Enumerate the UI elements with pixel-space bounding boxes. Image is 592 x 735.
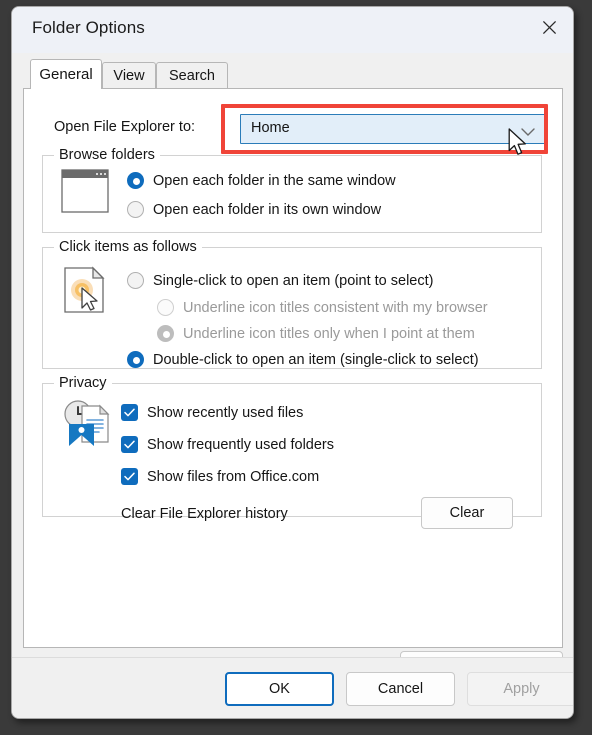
checkbox-show-recent-files[interactable]: Show recently used files	[121, 404, 303, 421]
privacy-legend: Privacy	[54, 375, 112, 391]
radio-underline-browser: Underline icon titles consistent with my…	[157, 299, 488, 316]
tab-general-label: General	[39, 66, 93, 83]
clear-button[interactable]: Clear	[421, 497, 513, 529]
radio-underline-point-label: Underline icon titles only when I point …	[183, 325, 475, 342]
checkbox-show-recent-files-label: Show recently used files	[147, 404, 304, 421]
close-button[interactable]	[525, 7, 573, 47]
document-click-icon	[63, 266, 107, 319]
tab-view-label: View	[113, 68, 145, 84]
clear-history-label: Clear File Explorer history	[121, 506, 288, 522]
tab-search[interactable]: Search	[156, 62, 228, 89]
radio-underline-browser-label: Underline icon titles consistent with my…	[183, 299, 488, 316]
title-bar: Folder Options	[12, 7, 573, 53]
window-icon	[61, 169, 109, 218]
radio-single-click[interactable]: Single-click to open an item (point to s…	[127, 272, 433, 289]
radio-underline-point: Underline icon titles only when I point …	[157, 325, 475, 342]
tab-search-label: Search	[169, 68, 215, 84]
clear-button-label: Clear	[449, 505, 485, 521]
checkbox-indicator	[121, 468, 138, 485]
checkbox-show-office-files[interactable]: Show files from Office.com	[121, 468, 319, 485]
open-explorer-row: Open File Explorer to: Home	[42, 112, 546, 144]
radio-single-click-label: Single-click to open an item (point to s…	[153, 272, 434, 289]
radio-indicator	[157, 325, 174, 342]
radio-indicator	[127, 201, 144, 218]
quick-access-history-icon	[61, 398, 111, 453]
chevron-down-icon	[521, 124, 535, 142]
window-title: Folder Options	[32, 18, 145, 37]
checkbox-show-frequent-folders[interactable]: Show frequently used folders	[121, 436, 334, 453]
radio-double-click[interactable]: Double-click to open an item (single-cli…	[127, 351, 479, 368]
radio-open-own-window[interactable]: Open each folder in its own window	[127, 201, 381, 218]
cancel-button-label: Cancel	[377, 681, 424, 697]
radio-indicator	[157, 299, 174, 316]
radio-indicator	[127, 172, 144, 189]
open-explorer-label: Open File Explorer to:	[54, 119, 196, 135]
tab-strip: General View Search	[12, 53, 573, 89]
radio-double-click-label: Double-click to open an item (single-cli…	[153, 351, 479, 368]
apply-button: Apply	[467, 672, 573, 706]
radio-indicator	[127, 351, 144, 368]
radio-open-same-window[interactable]: Open each folder in the same window	[127, 172, 396, 189]
cancel-button[interactable]: Cancel	[346, 672, 455, 706]
click-items-group: Click items as follows Single-click to o…	[42, 239, 542, 369]
click-items-legend: Click items as follows	[54, 239, 202, 255]
checkbox-show-frequent-folders-label: Show frequently used folders	[147, 436, 334, 453]
ok-button-label: OK	[269, 681, 290, 697]
checkbox-indicator	[121, 436, 138, 453]
checkbox-show-office-files-label: Show files from Office.com	[147, 468, 320, 485]
dialog-footer: OK Cancel Apply	[12, 657, 573, 718]
radio-open-own-window-label: Open each folder in its own window	[153, 201, 382, 218]
open-explorer-dropdown[interactable]: Home	[240, 114, 546, 144]
tab-view[interactable]: View	[102, 62, 156, 89]
radio-open-same-window-label: Open each folder in the same window	[153, 172, 396, 189]
radio-indicator	[127, 272, 144, 289]
checkbox-indicator	[121, 404, 138, 421]
ok-button[interactable]: OK	[225, 672, 334, 706]
privacy-group: Privacy Show recently used files Show fr…	[42, 375, 542, 529]
general-tab-panel: Open File Explorer to: Home Browse folde…	[23, 88, 563, 648]
browse-folders-legend: Browse folders	[54, 147, 160, 163]
browse-folders-group: Browse folders Open each folder in the s…	[42, 147, 542, 233]
tab-general[interactable]: General	[30, 59, 102, 89]
open-explorer-value: Home	[251, 120, 290, 136]
apply-button-label: Apply	[503, 681, 540, 697]
folder-options-dialog: Folder Options General View Search Open …	[11, 6, 574, 719]
close-icon	[542, 20, 557, 35]
